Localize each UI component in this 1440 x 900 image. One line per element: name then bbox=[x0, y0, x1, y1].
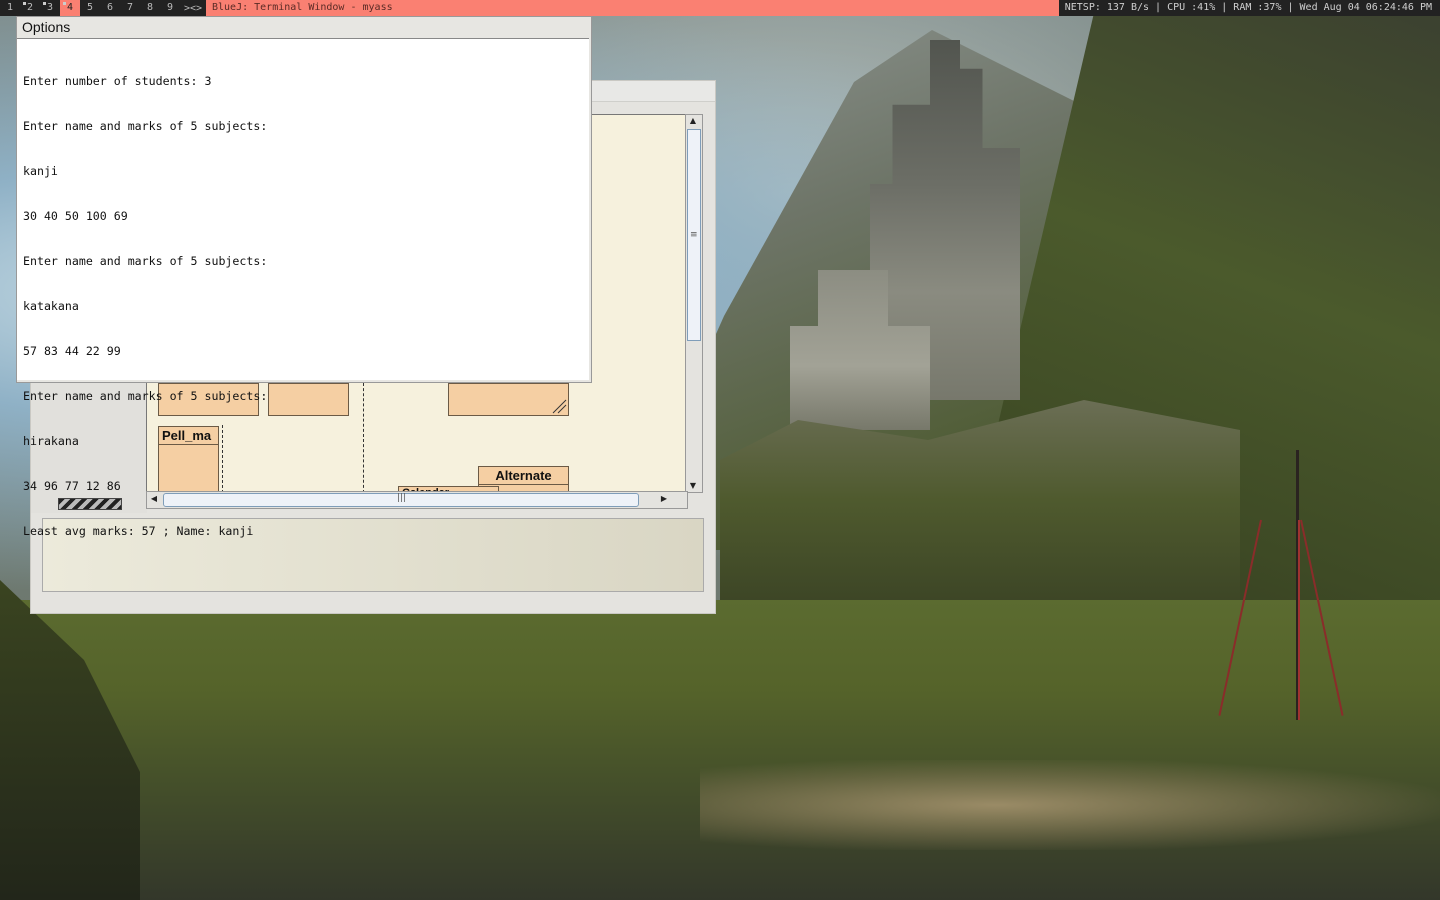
workspace-5[interactable]: 5 bbox=[80, 0, 100, 16]
terminal-line: kanji bbox=[23, 164, 58, 178]
terminal-line: 30 40 50 100 69 bbox=[23, 209, 128, 223]
workspace-1[interactable]: 1 bbox=[0, 0, 20, 16]
workspace-3[interactable]: 3 bbox=[40, 0, 60, 16]
scroll-up-icon[interactable]: ▲ bbox=[686, 115, 700, 127]
workspace-6[interactable]: 6 bbox=[100, 0, 120, 16]
focused-window-title: BlueJ: Terminal Window - myass bbox=[206, 0, 1059, 16]
window-dot-icon bbox=[63, 2, 66, 5]
terminal-line: katakana bbox=[23, 299, 79, 313]
workspace-4[interactable]: 4 bbox=[60, 0, 80, 16]
workspace-label: 8 bbox=[146, 2, 154, 13]
workspace-label: 3 bbox=[46, 2, 54, 13]
scroll-thumb[interactable]: ≡ bbox=[687, 129, 701, 341]
wallpaper-cliff bbox=[720, 400, 1240, 600]
workspace-label: 5 bbox=[86, 2, 94, 13]
terminal-output[interactable]: Enter number of students: 3 Enter name a… bbox=[17, 38, 589, 538]
terminal-line: Enter name and marks of 5 subjects: bbox=[23, 119, 268, 133]
workspace-7[interactable]: 7 bbox=[120, 0, 140, 16]
terminal-window: Options Enter number of students: 3 Ente… bbox=[16, 16, 592, 538]
workspace-label: 1 bbox=[6, 2, 14, 13]
terminal-line: Enter name and marks of 5 subjects: bbox=[23, 389, 268, 403]
terminal-line: 34 96 77 12 86 bbox=[23, 479, 121, 493]
grip-icon: ≡ bbox=[690, 230, 698, 240]
terminal-line: Least avg marks: 57 ; Name: kanji bbox=[23, 524, 254, 538]
terminal-line: Enter number of students: 3 bbox=[23, 74, 212, 88]
system-stats: NETSP: 137 B/s | CPU :41% | RAM :37% | W… bbox=[1058, 0, 1440, 16]
wallpaper-valley bbox=[0, 600, 1440, 900]
scroll-right-icon[interactable]: ▶ bbox=[657, 492, 671, 506]
vertical-scrollbar[interactable]: ▲ ≡ ▼ bbox=[685, 114, 703, 493]
workspace-label: 9 bbox=[166, 2, 174, 13]
options-menu[interactable]: Options bbox=[17, 17, 591, 37]
window-dot-icon bbox=[43, 2, 46, 5]
workspace-label: 2 bbox=[26, 2, 34, 13]
wallpaper-path bbox=[700, 760, 1440, 850]
workspace-8[interactable]: 8 bbox=[140, 0, 160, 16]
layout-indicator[interactable]: ><> bbox=[180, 3, 206, 14]
wallpaper-ribbon bbox=[1298, 520, 1300, 720]
workspace-label: 4 bbox=[66, 2, 74, 13]
window-dot-icon bbox=[23, 2, 26, 5]
terminal-line: hirakana bbox=[23, 434, 79, 448]
workspace-9[interactable]: 9 bbox=[160, 0, 180, 16]
scroll-down-icon[interactable]: ▼ bbox=[686, 480, 700, 492]
terminal-line: 57 83 44 22 99 bbox=[23, 344, 121, 358]
workspace-label: 7 bbox=[126, 2, 134, 13]
workspace-label: 6 bbox=[106, 2, 114, 13]
status-bar: 1 2 3 4 5 6 7 8 9 ><> BlueJ: Terminal Wi… bbox=[0, 0, 1440, 16]
terminal-line: Enter name and marks of 5 subjects: bbox=[23, 254, 268, 268]
workspace-2[interactable]: 2 bbox=[20, 0, 40, 16]
